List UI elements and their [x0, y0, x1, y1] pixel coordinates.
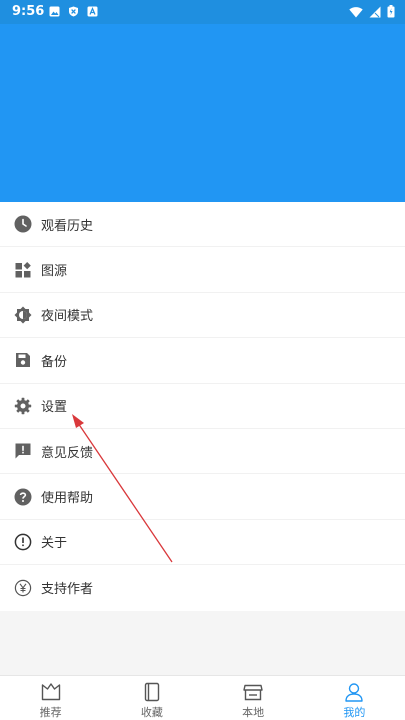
profile-header: [0, 24, 405, 202]
menu-item-label: 关于: [41, 536, 68, 552]
info-icon: [14, 533, 32, 551]
menu-item-label: 图源: [41, 264, 68, 280]
menu-item-feedback[interactable]: 意见反馈: [0, 429, 405, 475]
menu-item-settings[interactable]: 设置: [0, 384, 405, 429]
menu-item-about[interactable]: 关于: [0, 520, 405, 566]
menu-item-night-mode[interactable]: 夜间模式: [0, 293, 405, 339]
menu-item-label: 夜间模式: [41, 309, 94, 325]
crown-icon: [41, 683, 60, 701]
status-time: 9:56: [12, 4, 45, 19]
app-notification-icon: [87, 6, 98, 17]
nav-label: 本地: [242, 706, 265, 719]
nav-label: 收藏: [140, 706, 163, 719]
nav-tab-recommend[interactable]: 推荐: [0, 676, 101, 720]
yuan-icon: [14, 579, 32, 597]
menu-item-label: 设置: [41, 400, 68, 416]
brightness-icon: [14, 306, 32, 324]
menu-item-support-author[interactable]: 支持作者: [0, 565, 405, 610]
battery-icon: [387, 5, 395, 18]
wifi-icon: [349, 6, 363, 17]
nav-tab-favorites[interactable]: 收藏: [101, 676, 202, 720]
image-notification-icon: [49, 6, 60, 17]
notification-icons: [49, 6, 98, 17]
store-icon: [243, 684, 263, 701]
person-icon: [345, 683, 364, 702]
menu-item-label: 意见反馈: [41, 445, 94, 461]
menu-item-label: 备份: [41, 354, 68, 370]
feedback-icon: [14, 442, 32, 460]
menu-item-label: 观看历史: [41, 218, 94, 234]
menu-item-label: 支持作者: [41, 582, 94, 598]
book-icon: [144, 682, 160, 702]
menu-item-sources[interactable]: 图源: [0, 247, 405, 293]
clock-icon: [14, 215, 32, 233]
empty-area: [0, 611, 405, 675]
bottom-navigation: 推荐 收藏 本地 我的: [0, 675, 405, 720]
nav-label: 我的: [343, 706, 366, 719]
menu-item-label: 使用帮助: [41, 491, 94, 507]
menu-item-history[interactable]: 观看历史: [0, 202, 405, 248]
menu-item-backup[interactable]: 备份: [0, 338, 405, 384]
menu-item-help[interactable]: 使用帮助: [0, 474, 405, 520]
signal-icon: [369, 6, 381, 17]
shield-notification-icon: [69, 6, 78, 17]
status-bar: 9:56: [0, 0, 405, 24]
nav-tab-mine[interactable]: 我的: [304, 676, 405, 720]
save-icon: [14, 351, 32, 369]
system-icons: [349, 5, 395, 18]
help-icon: [14, 488, 32, 506]
nav-label: 推荐: [39, 706, 62, 719]
gear-icon: [14, 397, 32, 415]
nav-tab-local[interactable]: 本地: [203, 676, 304, 720]
settings-menu: 观看历史 图源 夜间模式 备份 设置 意见反馈 使用帮助 关于 支持作者: [0, 202, 405, 611]
widgets-icon: [14, 261, 32, 279]
